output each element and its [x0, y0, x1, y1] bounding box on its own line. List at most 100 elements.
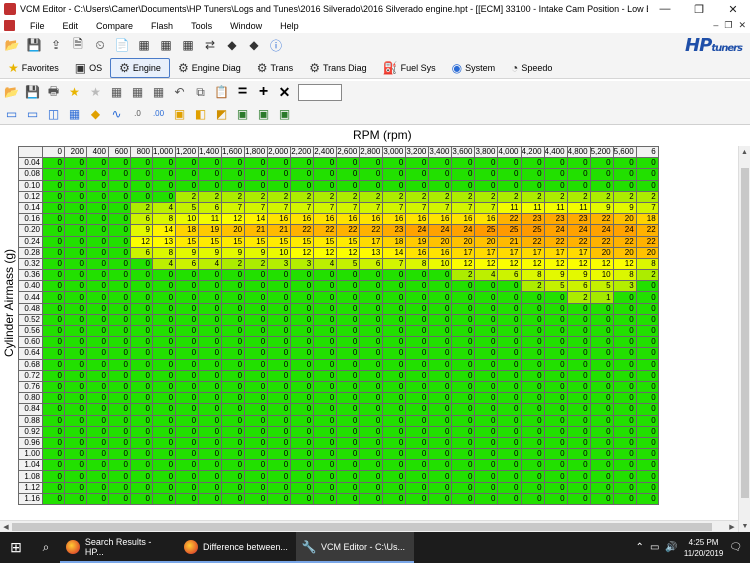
- table-cell[interactable]: 7: [336, 201, 361, 215]
- table-cell[interactable]: 0: [130, 470, 153, 483]
- plus-icon[interactable]: +: [254, 83, 273, 101]
- table-cell[interactable]: 0: [267, 347, 292, 360]
- table-cell[interactable]: 0: [336, 291, 361, 304]
- table-cell[interactable]: 0: [497, 336, 522, 349]
- table-cell[interactable]: 0: [451, 492, 476, 506]
- table-cell[interactable]: 7: [359, 201, 384, 215]
- table-cell[interactable]: 0: [474, 291, 499, 304]
- table-cell[interactable]: 20: [451, 235, 476, 248]
- table-cell[interactable]: 0: [244, 392, 269, 405]
- table-cell[interactable]: 0: [108, 425, 131, 438]
- select-row-icon[interactable]: ▣: [254, 105, 273, 123]
- table-cell[interactable]: 0: [336, 459, 361, 472]
- table-cell[interactable]: 0: [451, 302, 476, 315]
- table-cell[interactable]: 10: [589, 269, 614, 282]
- table-cell[interactable]: 0: [313, 336, 338, 349]
- table-cell[interactable]: 0: [64, 380, 87, 394]
- table-cell[interactable]: 0: [64, 168, 87, 181]
- table-cell[interactable]: 0: [474, 448, 499, 461]
- table-cell[interactable]: 0: [151, 168, 177, 181]
- table-cell[interactable]: 0: [175, 459, 200, 472]
- table-cell[interactable]: 5: [543, 280, 568, 293]
- column-header[interactable]: 2,000: [267, 146, 292, 159]
- flash-write-icon[interactable]: ◆: [244, 35, 264, 55]
- row-header[interactable]: 0.20: [18, 224, 43, 237]
- table-cell[interactable]: 0: [86, 336, 109, 349]
- table-cell[interactable]: 0: [42, 392, 65, 405]
- table-cell[interactable]: 0: [290, 470, 315, 483]
- table-cell[interactable]: 21: [244, 224, 269, 237]
- table-cell[interactable]: 0: [64, 459, 87, 472]
- table-cell[interactable]: 0: [451, 448, 476, 461]
- table-cell[interactable]: 3: [612, 280, 637, 293]
- table-cell[interactable]: 0: [198, 336, 223, 349]
- grid-b-icon[interactable]: ▦: [128, 83, 147, 101]
- table-cell[interactable]: 0: [520, 157, 545, 170]
- table-cell[interactable]: 0: [359, 392, 384, 405]
- table-cell[interactable]: 0: [474, 392, 499, 405]
- compare-grid-icon[interactable]: ▦: [178, 35, 198, 55]
- table-cell[interactable]: 0: [175, 168, 200, 181]
- table-cell[interactable]: 0: [64, 179, 87, 192]
- table-cell[interactable]: 0: [64, 436, 87, 450]
- table-cell[interactable]: 0: [244, 157, 269, 170]
- table-cell[interactable]: 0: [64, 280, 87, 293]
- table-cell[interactable]: 0: [175, 392, 200, 405]
- table-cell[interactable]: 0: [612, 414, 637, 427]
- table-cell[interactable]: 0: [64, 369, 87, 382]
- table-cell[interactable]: 0: [635, 358, 659, 371]
- table-cell[interactable]: 0: [42, 190, 65, 203]
- table-cell[interactable]: 2: [612, 190, 637, 203]
- menu-help[interactable]: Help: [271, 21, 308, 31]
- table-cell[interactable]: 0: [382, 425, 407, 438]
- table-cell[interactable]: 0: [175, 436, 200, 450]
- table-cell[interactable]: 0: [566, 414, 591, 427]
- table-cell[interactable]: 0: [86, 492, 109, 506]
- table-cell[interactable]: 0: [244, 369, 269, 382]
- table-cell[interactable]: 0: [428, 336, 453, 349]
- table-cell[interactable]: 2: [566, 190, 591, 203]
- row-header[interactable]: 0.64: [18, 347, 43, 360]
- taskbar-item[interactable]: Difference between...: [178, 532, 296, 563]
- table-cell[interactable]: 21: [267, 224, 292, 237]
- table-cell[interactable]: 0: [612, 313, 637, 327]
- table-cell[interactable]: 0: [267, 358, 292, 371]
- table-cell[interactable]: 0: [520, 302, 545, 315]
- column-header[interactable]: 3,600: [451, 146, 476, 159]
- table-cell[interactable]: 0: [130, 302, 153, 315]
- table-cell[interactable]: 0: [497, 313, 522, 327]
- table-cell[interactable]: 0: [86, 481, 109, 494]
- table-cell[interactable]: 0: [451, 157, 476, 170]
- multiply-icon[interactable]: ✕: [275, 83, 294, 101]
- table-cell[interactable]: 0: [589, 481, 614, 494]
- table-cell[interactable]: 0: [451, 403, 476, 416]
- table-cell[interactable]: 22: [290, 224, 315, 237]
- table-cell[interactable]: 2: [221, 257, 246, 271]
- table-cell[interactable]: 2: [244, 190, 269, 203]
- table-cell[interactable]: 0: [405, 157, 430, 170]
- table-cell[interactable]: 0: [359, 324, 384, 338]
- table-cell[interactable]: 0: [313, 481, 338, 494]
- scroll-down-icon[interactable]: ▼: [739, 520, 750, 532]
- menu-tools[interactable]: Tools: [182, 21, 221, 31]
- table-cell[interactable]: 0: [221, 403, 246, 416]
- table-cell[interactable]: 2: [520, 190, 545, 203]
- table-cell[interactable]: 0: [451, 313, 476, 327]
- table-cell[interactable]: 0: [64, 347, 87, 360]
- table-cell[interactable]: 12: [451, 257, 476, 271]
- table-cell[interactable]: 0: [589, 448, 614, 461]
- table-cell[interactable]: 0: [267, 436, 292, 450]
- table-cell[interactable]: 0: [64, 448, 87, 461]
- table-cell[interactable]: 0: [428, 157, 453, 170]
- table-cell[interactable]: 0: [520, 470, 545, 483]
- table-cell[interactable]: 0: [543, 358, 568, 371]
- table-cell[interactable]: 0: [313, 448, 338, 461]
- table-cell[interactable]: 16: [474, 213, 499, 226]
- table-cell[interactable]: 0: [635, 448, 659, 461]
- table-cell[interactable]: 0: [42, 414, 65, 427]
- table-cell[interactable]: 0: [130, 280, 153, 293]
- table-cell[interactable]: 0: [612, 392, 637, 405]
- table-cell[interactable]: 0: [612, 448, 637, 461]
- table-cell[interactable]: 0: [474, 157, 499, 170]
- table-cell[interactable]: 9: [244, 246, 269, 259]
